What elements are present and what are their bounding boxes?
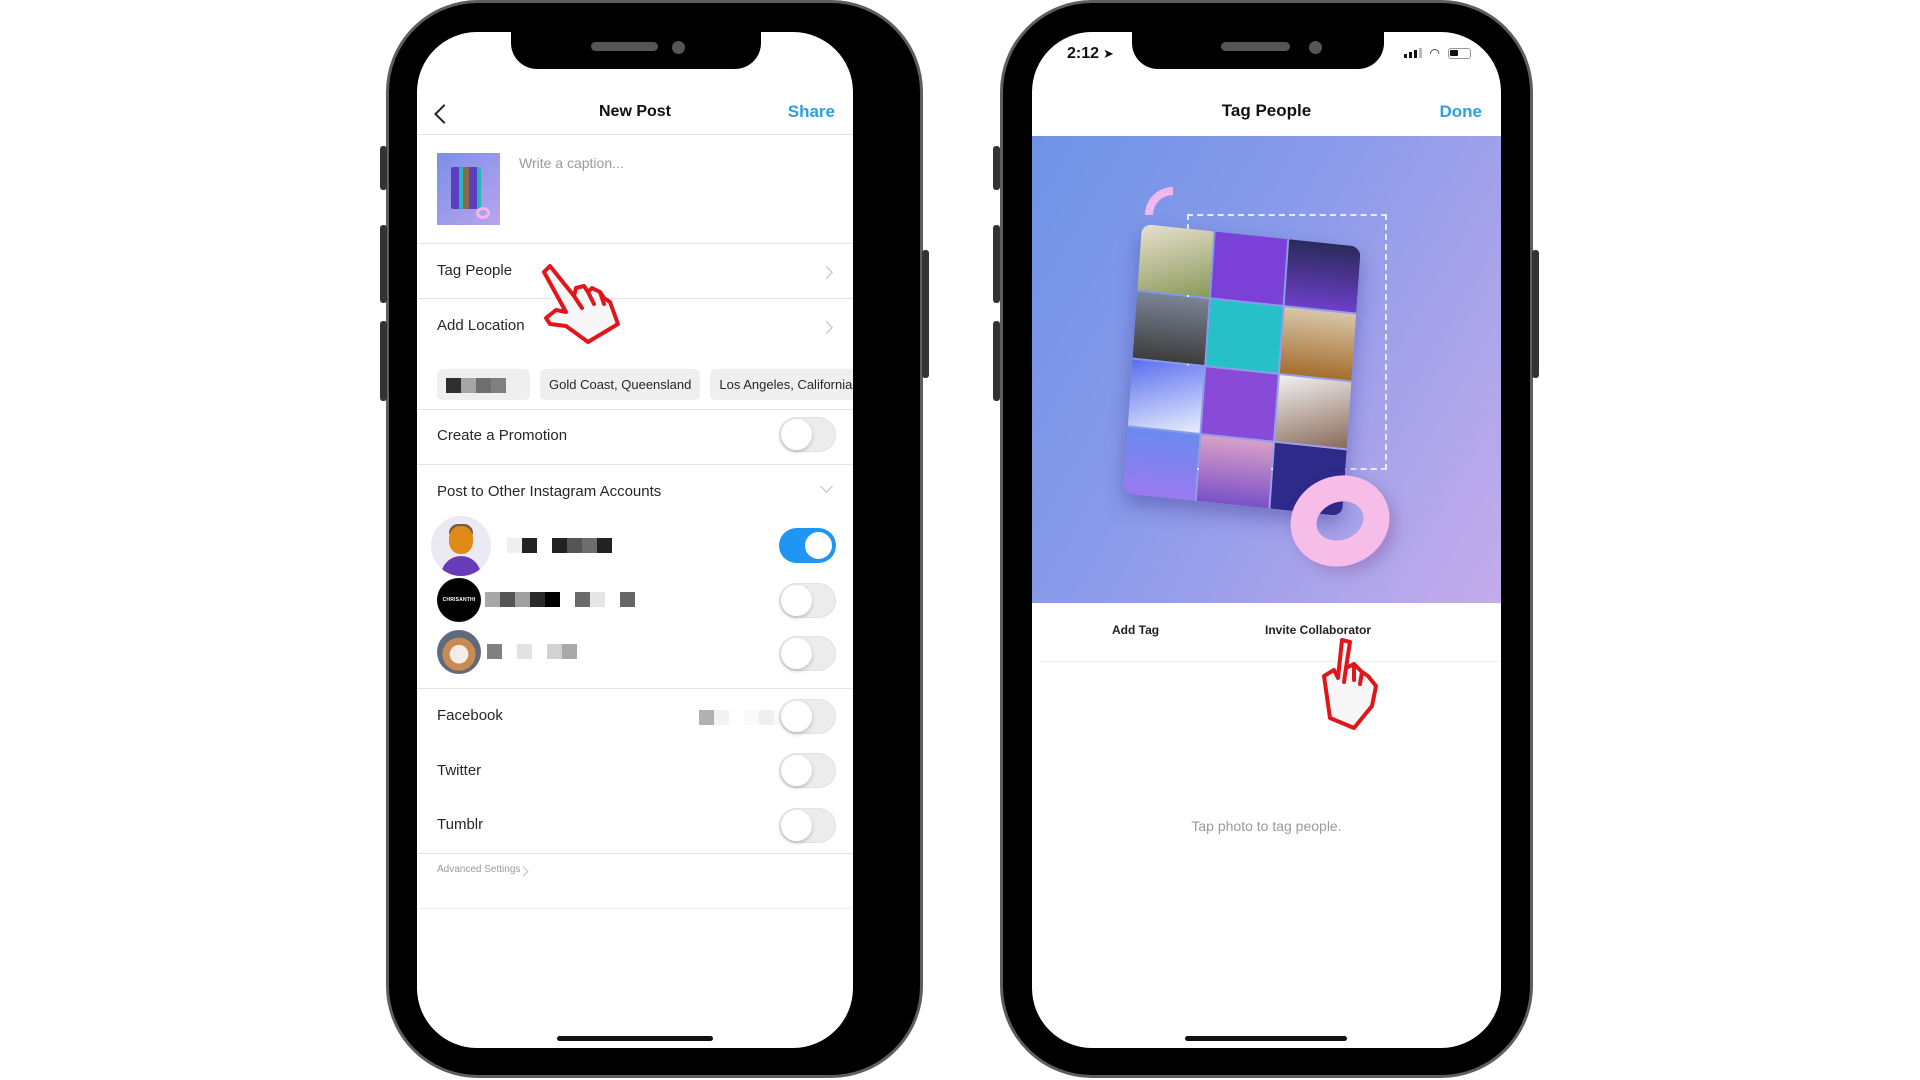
advanced-settings-link[interactable]: Advanced Settings bbox=[437, 864, 520, 875]
volume-down-button bbox=[993, 321, 1000, 401]
volume-down-button bbox=[380, 321, 387, 401]
divider bbox=[417, 298, 853, 299]
location-chip[interactable]: Gold Coast, Queensland bbox=[540, 369, 701, 400]
twitter-label: Twitter bbox=[437, 762, 482, 779]
account-name-redacted bbox=[485, 592, 635, 607]
caption-input[interactable]: Write a caption... bbox=[519, 155, 624, 171]
add-tag-tab[interactable]: Add Tag bbox=[1112, 623, 1159, 637]
location-chip-redacted[interactable] bbox=[437, 369, 530, 400]
collage-tile bbox=[1123, 427, 1200, 501]
volume-up-button bbox=[993, 225, 1000, 303]
home-indicator bbox=[1185, 1036, 1347, 1041]
chevron-down-icon[interactable] bbox=[820, 480, 833, 493]
location-suggestions: Gold Coast, Queensland Los Angeles, Cali… bbox=[437, 369, 853, 400]
power-button bbox=[1532, 250, 1539, 378]
avatar bbox=[431, 516, 491, 576]
status-icons: ◠ bbox=[1403, 46, 1471, 60]
divider bbox=[417, 853, 853, 854]
clock: 2:12 bbox=[1067, 45, 1100, 62]
twitter-toggle[interactable] bbox=[779, 753, 836, 788]
status-time: 2:12 ➤ bbox=[1067, 45, 1114, 63]
divider bbox=[417, 134, 853, 135]
collage-tile bbox=[1132, 291, 1209, 366]
divider bbox=[417, 908, 853, 909]
hand-pointer-icon bbox=[1322, 638, 1378, 730]
account-toggle[interactable] bbox=[779, 636, 836, 671]
create-promotion-label: Create a Promotion bbox=[437, 427, 568, 444]
facebook-account-redacted bbox=[699, 710, 789, 725]
page-title: Tag People bbox=[1221, 101, 1312, 120]
divider bbox=[1040, 661, 1501, 662]
collage-grid bbox=[1123, 223, 1361, 517]
collage-tile bbox=[1127, 359, 1205, 433]
account-name-redacted bbox=[487, 644, 577, 659]
mute-switch bbox=[993, 146, 1000, 190]
account-toggle[interactable] bbox=[779, 528, 836, 563]
location-chip[interactable]: Los Angeles, California bbox=[710, 369, 853, 400]
tag-people-screen: 2:12 ➤ ◠ Tag People Done Add Tag Invite … bbox=[1032, 32, 1501, 1048]
avatar: CHRISANTHI bbox=[437, 578, 481, 622]
post-photo[interactable] bbox=[1032, 136, 1501, 603]
phone-new-post: New Post Share Write a caption... Tag Pe… bbox=[380, 0, 929, 1078]
volume-up-button bbox=[380, 225, 387, 303]
invite-collaborator-tab[interactable]: Invite Collaborator bbox=[1265, 623, 1371, 637]
facebook-label: Facebook bbox=[437, 707, 503, 724]
collage-tile bbox=[1137, 223, 1214, 298]
facebook-toggle[interactable] bbox=[779, 699, 836, 734]
notch bbox=[511, 32, 761, 69]
speaker bbox=[591, 42, 658, 51]
done-button[interactable]: Done bbox=[1440, 102, 1483, 122]
tumblr-toggle[interactable] bbox=[779, 808, 836, 843]
chevron-right-icon bbox=[820, 321, 833, 334]
tag-hint: Tap photo to tag people. bbox=[1191, 818, 1342, 834]
divider bbox=[417, 243, 853, 244]
collage-tile bbox=[1206, 299, 1283, 373]
other-accounts-header[interactable]: Post to Other Instagram Accounts bbox=[437, 483, 661, 500]
advanced-settings-label: Advanced Settings bbox=[437, 864, 521, 875]
collage-tile bbox=[1284, 239, 1361, 313]
avatar bbox=[437, 630, 481, 674]
decorative-arc bbox=[1145, 187, 1173, 215]
divider bbox=[417, 688, 853, 689]
collage-tile bbox=[1210, 231, 1288, 305]
nav-bar: New Post Share bbox=[417, 94, 853, 134]
add-location-row[interactable]: Add Location bbox=[437, 317, 525, 334]
account-toggle[interactable] bbox=[779, 583, 836, 618]
collage-tile bbox=[1201, 367, 1278, 441]
front-camera bbox=[672, 41, 685, 54]
share-button[interactable]: Share bbox=[788, 102, 835, 122]
nav-bar: Tag People Done bbox=[1032, 94, 1501, 134]
collage-tile bbox=[1196, 435, 1274, 509]
account-name-redacted bbox=[507, 538, 612, 553]
location-arrow-icon: ➤ bbox=[1103, 46, 1114, 61]
mute-switch bbox=[380, 146, 387, 190]
thumbnail-donut bbox=[476, 207, 490, 219]
chevron-right-icon bbox=[820, 266, 833, 279]
wifi-icon: ◠ bbox=[1429, 46, 1440, 60]
collage-tile bbox=[1279, 307, 1357, 381]
speaker bbox=[1221, 42, 1290, 51]
power-button bbox=[922, 250, 929, 378]
battery-icon bbox=[1448, 47, 1471, 59]
new-post-screen: New Post Share Write a caption... Tag Pe… bbox=[417, 32, 853, 1048]
tumblr-label: Tumblr bbox=[437, 816, 484, 833]
divider bbox=[417, 409, 853, 410]
divider bbox=[417, 464, 853, 465]
tag-people-row[interactable]: Tag People bbox=[437, 262, 512, 279]
thumbnail-collage bbox=[451, 167, 481, 209]
post-thumbnail bbox=[437, 153, 500, 225]
signal-icon bbox=[1403, 48, 1422, 58]
phone-tag-people: 2:12 ➤ ◠ Tag People Done Add Tag Invite … bbox=[993, 0, 1539, 1078]
create-promotion-toggle[interactable] bbox=[779, 417, 836, 452]
tag-tabs: Add Tag Invite Collaborator bbox=[1032, 603, 1501, 661]
home-indicator bbox=[557, 1036, 713, 1041]
front-camera bbox=[1309, 41, 1322, 54]
hand-pointer-icon bbox=[542, 264, 620, 344]
notch bbox=[1132, 32, 1384, 69]
collage-tile bbox=[1275, 374, 1352, 449]
